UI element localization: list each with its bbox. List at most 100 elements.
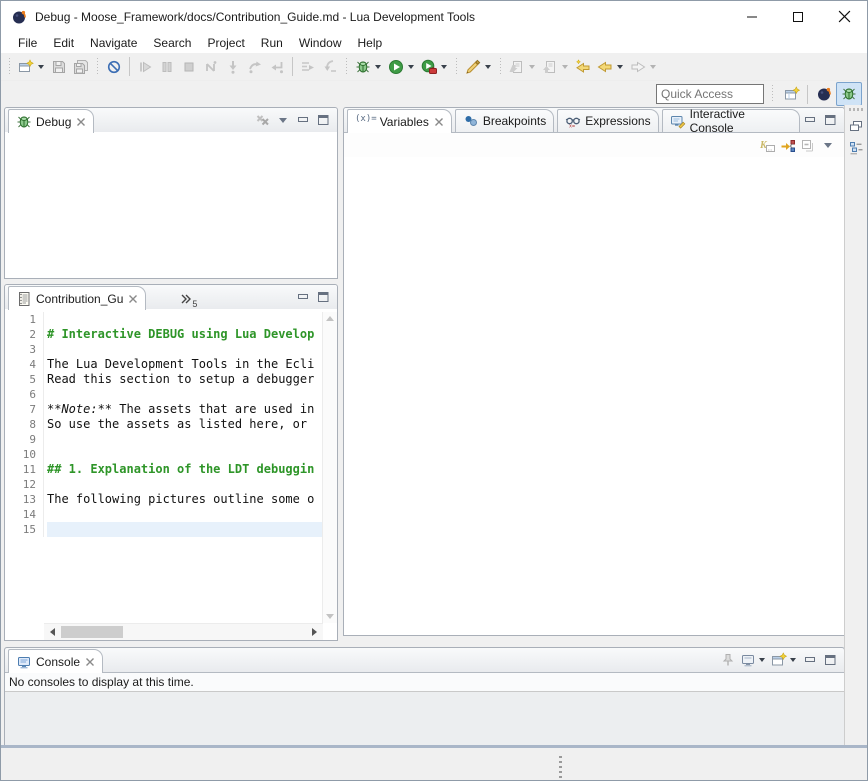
close-icon[interactable]: [85, 657, 95, 667]
use-step-filters-button[interactable]: [297, 56, 319, 78]
editor-code-lines[interactable]: # Interactive DEBUG using Lua DevelopThe…: [47, 312, 322, 623]
open-console-button[interactable]: [769, 650, 789, 670]
more-editors-chevron[interactable]: 5: [180, 290, 197, 309]
open-perspective-button[interactable]: [781, 83, 803, 105]
scroll-up-arrow[interactable]: [326, 316, 334, 321]
menu-item-project[interactable]: Project: [199, 34, 252, 52]
code-line[interactable]: [47, 432, 322, 447]
tab-debug[interactable]: Debug: [8, 109, 94, 133]
mark-occurrences-button[interactable]: [462, 56, 484, 78]
outline-view-button[interactable]: [847, 139, 865, 157]
collapse-all-button[interactable]: [798, 136, 818, 156]
new-button[interactable]: [15, 56, 37, 78]
scroll-right-arrow[interactable]: [312, 628, 317, 636]
menu-item-navigate[interactable]: Navigate: [82, 34, 145, 52]
code-line[interactable]: [47, 312, 322, 327]
scroll-down-arrow[interactable]: [326, 614, 334, 619]
maximize-view-button[interactable]: [820, 650, 840, 670]
menu-item-window[interactable]: Window: [291, 34, 350, 52]
display-console-dropdown-arrow[interactable]: [759, 658, 765, 662]
mark-occurrences-dropdown-arrow[interactable]: [485, 65, 491, 69]
sash-drag-handle[interactable]: [559, 756, 562, 778]
code-line[interactable]: The Lua Development Tools in the Ecli: [47, 357, 322, 372]
forward-dropdown-arrow[interactable]: [650, 65, 656, 69]
run-button[interactable]: [385, 56, 407, 78]
external-tools-dropdown-arrow[interactable]: [441, 65, 447, 69]
tab-interactive-console[interactable]: Interactive Console: [662, 109, 800, 132]
view-menu-button[interactable]: [273, 110, 293, 130]
code-line[interactable]: So use the assets as listed here, or: [47, 417, 322, 432]
display-selected-console-button[interactable]: [738, 650, 758, 670]
minimize-view-button[interactable]: [800, 650, 820, 670]
code-line[interactable]: [47, 507, 322, 522]
tab-expressions[interactable]: x= Expressions: [557, 109, 658, 132]
tab-variables[interactable]: (x)= Variables: [347, 109, 452, 133]
window-close-button[interactable]: [821, 1, 867, 32]
debug-perspective-button[interactable]: [836, 82, 862, 106]
close-icon[interactable]: [434, 117, 444, 127]
tab-console[interactable]: Console: [8, 649, 103, 673]
code-line[interactable]: The following pictures outline some o: [47, 492, 322, 507]
skip-all-breakpoints-button[interactable]: [103, 56, 125, 78]
minimize-view-button[interactable]: [293, 287, 313, 307]
menu-item-run[interactable]: Run: [253, 34, 291, 52]
disconnect-button[interactable]: [200, 56, 222, 78]
code-line[interactable]: [47, 522, 322, 537]
variables-view-content[interactable]: [344, 157, 844, 635]
drop-to-frame-button[interactable]: [319, 56, 341, 78]
minimize-view-button[interactable]: [293, 110, 313, 130]
remove-all-terminated-button[interactable]: [253, 110, 273, 130]
last-edit-location-button[interactable]: [572, 56, 594, 78]
scrollbar-thumb[interactable]: [61, 626, 123, 638]
previous-annotation-button[interactable]: [539, 56, 561, 78]
next-annotation-button[interactable]: [506, 56, 528, 78]
window-maximize-button[interactable]: [775, 1, 821, 32]
code-line[interactable]: [47, 387, 322, 402]
step-into-button[interactable]: [222, 56, 244, 78]
back-button[interactable]: [594, 56, 616, 78]
debug-dropdown-arrow[interactable]: [375, 65, 381, 69]
save-button[interactable]: [48, 56, 70, 78]
restore-view-button[interactable]: [847, 117, 865, 135]
code-line[interactable]: [47, 447, 322, 462]
run-dropdown-arrow[interactable]: [408, 65, 414, 69]
back-dropdown-arrow[interactable]: [617, 65, 623, 69]
close-icon[interactable]: [76, 117, 86, 127]
code-line[interactable]: [47, 477, 322, 492]
menu-item-file[interactable]: File: [10, 34, 45, 52]
menu-item-edit[interactable]: Edit: [45, 34, 82, 52]
tab-breakpoints[interactable]: Breakpoints: [455, 109, 554, 132]
tab-contribution-guide[interactable]: Contribution_Gu: [8, 286, 146, 310]
show-logical-structure-button[interactable]: [778, 136, 798, 156]
menu-item-help[interactable]: Help: [350, 34, 391, 52]
editor-vertical-scrollbar[interactable]: [322, 312, 337, 623]
scroll-left-arrow[interactable]: [50, 628, 55, 636]
open-console-dropdown-arrow[interactable]: [790, 658, 796, 662]
trim-drag-handle[interactable]: [849, 108, 863, 111]
minimize-view-button[interactable]: [800, 110, 820, 130]
window-minimize-button[interactable]: [729, 1, 775, 32]
pin-console-button[interactable]: [718, 650, 738, 670]
code-line[interactable]: [47, 342, 322, 357]
debug-view-content[interactable]: [5, 132, 337, 278]
code-line[interactable]: ## 1. Explanation of the LDT debuggin: [47, 462, 322, 477]
editor-horizontal-scrollbar[interactable]: [44, 623, 323, 640]
ldt-perspective-button[interactable]: [812, 83, 836, 105]
maximize-view-button[interactable]: [313, 110, 333, 130]
forward-button[interactable]: [627, 56, 649, 78]
view-menu-button[interactable]: [818, 136, 838, 156]
code-line[interactable]: **Note:** The assets that are used in: [47, 402, 322, 417]
previous-annotation-dropdown-arrow[interactable]: [562, 65, 568, 69]
code-line[interactable]: Read this section to setup a debugger: [47, 372, 322, 387]
resume-button[interactable]: [134, 56, 156, 78]
show-type-names-button[interactable]: K: [758, 136, 778, 156]
new-dropdown-arrow[interactable]: [38, 65, 44, 69]
external-tools-button[interactable]: [418, 56, 440, 78]
save-all-button[interactable]: [70, 56, 92, 78]
next-annotation-dropdown-arrow[interactable]: [529, 65, 535, 69]
menu-item-search[interactable]: Search: [145, 34, 199, 52]
suspend-button[interactable]: [156, 56, 178, 78]
terminate-button[interactable]: [178, 56, 200, 78]
maximize-view-button[interactable]: [820, 110, 840, 130]
quick-access-input[interactable]: [656, 84, 764, 104]
